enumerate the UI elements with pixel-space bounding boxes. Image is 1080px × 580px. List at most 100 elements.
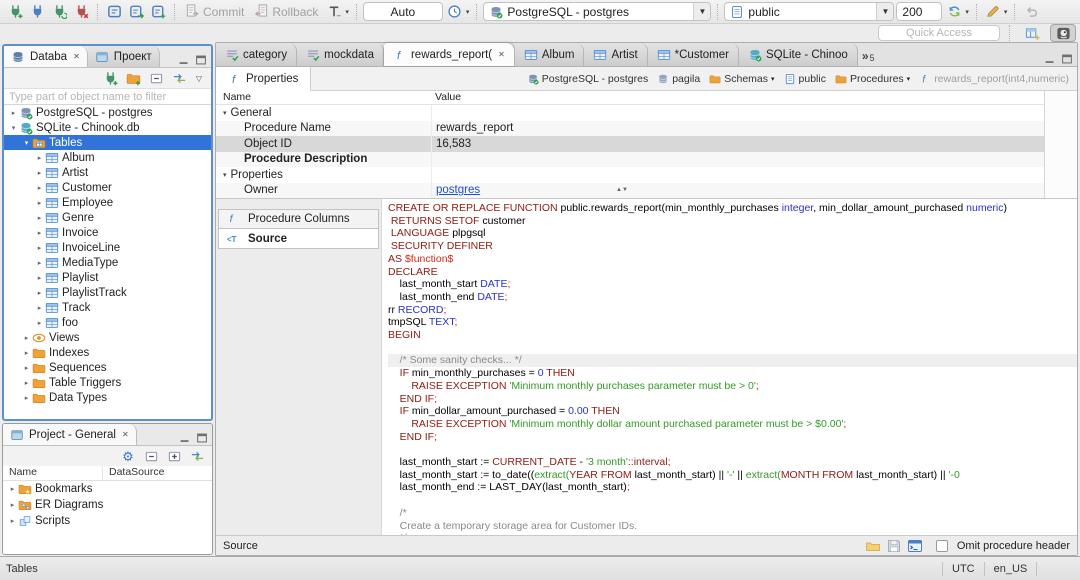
tree-item-artist[interactable]: ▸ Artist <box>4 165 211 180</box>
link-with-editor-icon[interactable] <box>189 448 205 464</box>
breadcrumb-schemas[interactable]: Schemas ▾ <box>709 73 775 85</box>
collapse-arrow-icon[interactable]: ▾ <box>223 171 227 179</box>
close-tab-icon[interactable]: ✕ <box>498 50 505 59</box>
expand-arrow-icon[interactable]: ▸ <box>34 169 45 177</box>
splitter-handle[interactable]: ▲▼ <box>616 187 628 193</box>
editor-tab-album[interactable]: Album <box>514 43 585 66</box>
omit-procedure-header-checkbox[interactable] <box>935 539 948 552</box>
breadcrumb-postgresql-postgres[interactable]: PostgreSQL - postgres <box>527 73 648 85</box>
expand-arrow-icon[interactable]: ▸ <box>34 289 45 297</box>
breadcrumb-public[interactable]: public <box>784 73 826 85</box>
property-row-procedure-description[interactable]: Procedure Description <box>216 151 1077 167</box>
editor-tab-artist[interactable]: Artist <box>584 43 648 66</box>
tree-item-invoice[interactable]: ▸ Invoice <box>4 225 211 240</box>
expand-arrow-icon[interactable]: ▸ <box>34 229 45 237</box>
source-code-editor[interactable]: CREATE OR REPLACE FUNCTION public.reward… <box>381 198 1077 535</box>
open-sql-script-icon[interactable] <box>126 2 146 22</box>
tab-projects[interactable]: Проект <box>87 46 160 67</box>
new-connection-icon[interactable] <box>102 70 118 86</box>
tree-item-views[interactable]: ▸ Views <box>4 330 211 345</box>
rollback-button[interactable]: Rollback <box>250 3 322 21</box>
expand-arrow-icon[interactable]: ▸ <box>34 244 45 252</box>
project-item-scripts[interactable]: ▸ Scripts <box>3 513 212 529</box>
project-item-bookmarks[interactable]: ▸ Bookmarks <box>3 481 212 497</box>
dropdown-arrow-icon[interactable]: ▼ <box>876 3 894 20</box>
dropdown-arrow-icon[interactable]: ▾ <box>965 8 969 16</box>
quick-access-input[interactable] <box>878 25 1000 41</box>
tree-item-indexes[interactable]: ▸ Indexes <box>4 345 211 360</box>
expand-arrow-icon[interactable]: ▸ <box>21 349 32 357</box>
new-sql-editor-icon[interactable] <box>148 2 168 22</box>
new-connection-folder-icon[interactable] <box>125 70 141 86</box>
editor-tab-category[interactable]: category <box>216 43 298 66</box>
editor-tab-rewards-report[interactable]: f rewards_report(✕ <box>383 43 515 66</box>
collapse-all-icon[interactable] <box>148 70 164 86</box>
commit-button[interactable]: Commit <box>181 3 248 21</box>
minimize-view-icon[interactable] <box>176 53 192 67</box>
tree-item-tables[interactable]: ▾ Tables <box>4 135 211 150</box>
status-timezone[interactable]: UTC <box>952 563 975 575</box>
tree-item-track[interactable]: ▸ Track <box>4 300 211 315</box>
side-tab-procedure-columns[interactable]: f Procedure Columns <box>218 209 379 229</box>
dropdown-arrow-icon[interactable]: ▾ <box>466 8 470 16</box>
grid-column-value[interactable]: Value <box>431 91 461 104</box>
gear-icon[interactable]: ⚙ <box>120 448 136 464</box>
breadcrumb-rewards-report-int4-numeric[interactable]: f rewards_report(int4,numeric) <box>919 73 1069 85</box>
tree-item-employee[interactable]: ▸ Employee <box>4 195 211 210</box>
disconnect-icon[interactable] <box>71 2 91 22</box>
property-row-object-id[interactable]: Object ID 16,583 <box>216 136 1077 152</box>
open-sql-console-icon[interactable] <box>907 538 923 554</box>
transaction-log-icon[interactable] <box>445 2 465 22</box>
expand-arrow-icon[interactable]: ▸ <box>34 274 45 282</box>
dropdown-arrow-icon[interactable]: ▾ <box>1004 8 1008 16</box>
expand-arrow-icon[interactable]: ▸ <box>7 485 18 493</box>
tab-database-navigator[interactable]: Databa ✕ <box>4 46 88 67</box>
expand-arrow-icon[interactable]: ▸ <box>21 394 32 402</box>
tree-item-sqlite-chinook-db[interactable]: ▾ SQLite - Chinook.db <box>4 120 211 135</box>
new-connection-icon[interactable] <box>5 2 25 22</box>
grid-column-name[interactable]: Name <box>216 91 431 104</box>
reconnect-icon[interactable] <box>49 2 69 22</box>
expand-arrow-icon[interactable]: ▸ <box>34 319 45 327</box>
expand-arrow-icon[interactable]: ▸ <box>34 154 45 162</box>
project-item-er-diagrams[interactable]: ▸ ER Diagrams <box>3 497 212 513</box>
tree-item-invoiceline[interactable]: ▸ InvoiceLine <box>4 240 211 255</box>
tree-item-table-triggers[interactable]: ▸ Table Triggers <box>4 375 211 390</box>
tree-item-data-types[interactable]: ▸ Data Types <box>4 390 211 405</box>
side-tab-source[interactable]: <T Source <box>218 229 379 249</box>
tree-item-postgresql-postgres[interactable]: ▸ PostgreSQL - postgres <box>4 105 211 120</box>
expand-arrow-icon[interactable]: ▸ <box>34 184 45 192</box>
fetch-size-input[interactable] <box>896 2 943 21</box>
edit-pen-icon[interactable] <box>983 2 1003 22</box>
collapse-arrow-icon[interactable]: ▾ <box>223 109 227 117</box>
minimize-view-icon[interactable] <box>177 431 193 445</box>
editor-tab-sqlite-chinoo[interactable]: SQLite - Chinoo <box>738 43 858 66</box>
tree-item-playlist[interactable]: ▸ Playlist <box>4 270 211 285</box>
tree-item-genre[interactable]: ▸ Genre <box>4 210 211 225</box>
object-filter-input[interactable] <box>4 88 211 105</box>
close-tab-icon[interactable]: ✕ <box>122 430 129 439</box>
sync-connection-icon[interactable] <box>944 2 964 22</box>
undo-icon[interactable] <box>1021 2 1041 22</box>
maximize-view-icon[interactable] <box>194 431 210 445</box>
tree-item-sequences[interactable]: ▸ Sequences <box>4 360 211 375</box>
expand-arrow-icon[interactable]: ▸ <box>21 379 32 387</box>
connect-icon[interactable] <box>27 2 47 22</box>
maximize-editor-icon[interactable] <box>1059 52 1075 66</box>
property-row-properties[interactable]: ▾ Properties <box>216 167 1077 183</box>
dropdown-arrow-icon[interactable]: ▾ <box>345 8 349 16</box>
editor-tab-customer[interactable]: *Customer <box>647 43 739 66</box>
expand-arrow-icon[interactable]: ▸ <box>21 334 32 342</box>
tab-project-general[interactable]: Project - General ✕ <box>3 424 137 445</box>
grid-scrollbar[interactable] <box>1044 91 1077 198</box>
column-header-datasource[interactable]: DataSource <box>103 466 164 480</box>
dropdown-arrow-icon[interactable]: ▼ <box>693 3 711 20</box>
dropdown-arrow-icon[interactable]: ▾ <box>907 75 911 83</box>
tab-overflow-button[interactable]: » 5 <box>858 49 879 66</box>
tree-item-customer[interactable]: ▸ Customer <box>4 180 211 195</box>
active-connection-select[interactable]: PostgreSQL - postgres ▼ <box>483 2 712 21</box>
breadcrumb-pagila[interactable]: pagila <box>657 73 700 85</box>
save-to-file-icon[interactable] <box>886 538 902 554</box>
collapse-all-icon[interactable] <box>143 448 159 464</box>
open-perspective-button[interactable] <box>1019 24 1045 42</box>
